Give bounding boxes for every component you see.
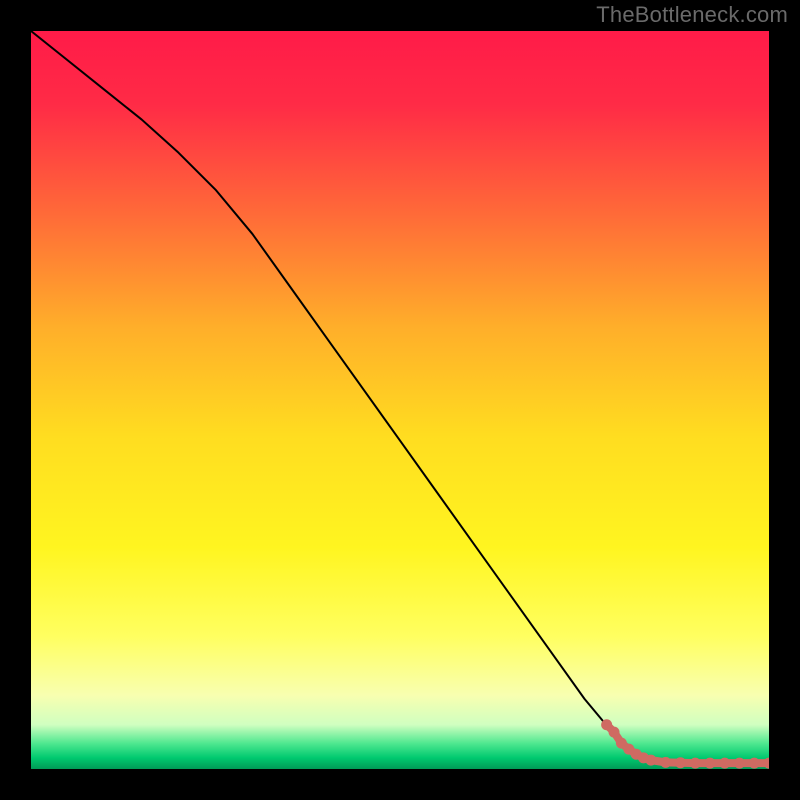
plot-area — [31, 31, 769, 769]
gradient-background — [31, 31, 769, 769]
highlight-point — [734, 758, 745, 769]
highlight-point — [719, 758, 730, 769]
highlight-point — [645, 755, 656, 766]
watermark-text: TheBottleneck.com — [596, 2, 788, 28]
highlight-point — [749, 758, 760, 769]
highlight-point — [690, 758, 701, 769]
highlight-point — [704, 758, 715, 769]
highlight-point — [609, 727, 620, 738]
highlight-point — [675, 757, 686, 768]
highlight-point — [660, 757, 671, 768]
chart-frame: TheBottleneck.com — [0, 0, 800, 800]
chart-svg — [31, 31, 769, 769]
